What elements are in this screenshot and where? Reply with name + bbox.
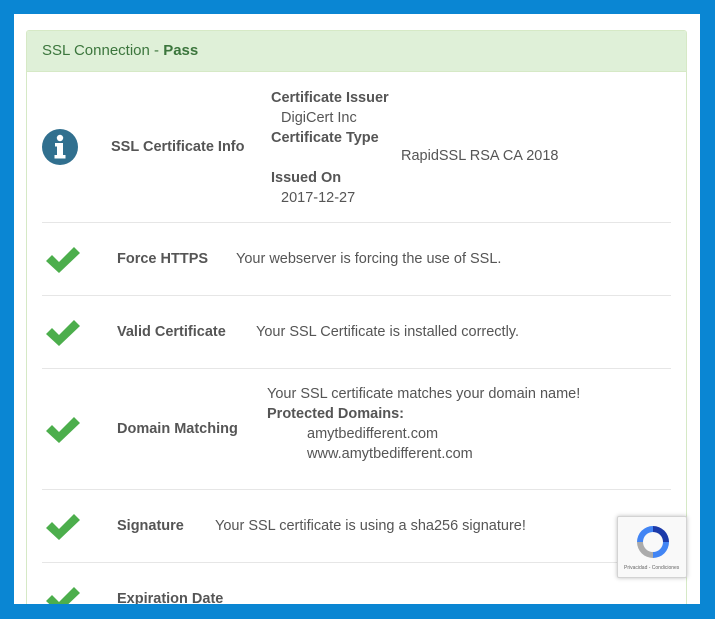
check-icon: [44, 415, 82, 450]
panel-heading: SSL Connection - Pass: [27, 31, 686, 72]
certificate-details: Certificate Issuer DigiCert Inc Certific…: [271, 88, 389, 208]
issuer-key: Certificate Issuer: [271, 90, 389, 106]
recaptcha-logo-icon: [634, 523, 672, 566]
panel-title-sep: -: [149, 42, 164, 59]
domain-item: amytbedifferent.com: [307, 426, 439, 442]
domain-details: Your SSL certificate matches your domain…: [267, 384, 580, 464]
row-ssl-info: SSL Certificate Info Certificate Issuer …: [42, 72, 671, 223]
row-description: Your SSL certificate matches your domain…: [267, 386, 581, 402]
check-icon: [44, 512, 82, 547]
info-circle-icon: [42, 129, 78, 170]
ssl-panel: SSL Connection - Pass SSL Certificate In…: [26, 30, 687, 604]
domain-item: www.amytbedifferent.com: [307, 446, 473, 462]
issued-key: Issued On: [271, 170, 342, 186]
issued-value: 2017-12-27: [281, 190, 356, 206]
panel-title: SSL Connection: [42, 42, 150, 59]
row-label: Force HTTPS: [117, 251, 209, 267]
row-expiration-date: Expiration Date: [42, 563, 671, 604]
status-badge: Pass: [163, 42, 199, 59]
row-label: Signature: [117, 518, 184, 534]
check-icon: [44, 245, 82, 280]
row-label: Domain Matching: [117, 421, 238, 437]
check-icon: [44, 318, 82, 353]
row-description: Your SSL certificate is using a sha256 s…: [215, 518, 526, 534]
row-domain-matching: Domain Matching Your SSL certificate mat…: [42, 369, 671, 490]
page-frame: SSL Connection - Pass SSL Certificate In…: [14, 14, 700, 604]
domains-key: Protected Domains:: [267, 406, 404, 422]
row-description: Your webserver is forcing the use of SSL…: [236, 251, 502, 267]
issuer-value: DigiCert Inc: [281, 110, 357, 126]
recaptcha-badge[interactable]: Privacidad - Condiciones: [617, 516, 687, 578]
row-label: SSL Certificate Info: [111, 139, 245, 155]
row-signature: Signature Your SSL certificate is using …: [42, 490, 671, 563]
row-valid-certificate: Valid Certificate Your SSL Certificate i…: [42, 296, 671, 369]
check-icon: [44, 585, 82, 604]
row-description: Your SSL Certificate is installed correc…: [256, 324, 519, 340]
row-label: Expiration Date: [117, 591, 224, 604]
result-rows: SSL Certificate Info Certificate Issuer …: [42, 72, 671, 604]
type-key: Certificate Type: [271, 130, 379, 146]
recaptcha-text[interactable]: Privacidad - Condiciones: [624, 565, 679, 571]
type-value: RapidSSL RSA CA 2018: [401, 148, 559, 164]
row-force-https: Force HTTPS Your webserver is forcing th…: [42, 223, 671, 296]
row-label: Valid Certificate: [117, 324, 226, 340]
